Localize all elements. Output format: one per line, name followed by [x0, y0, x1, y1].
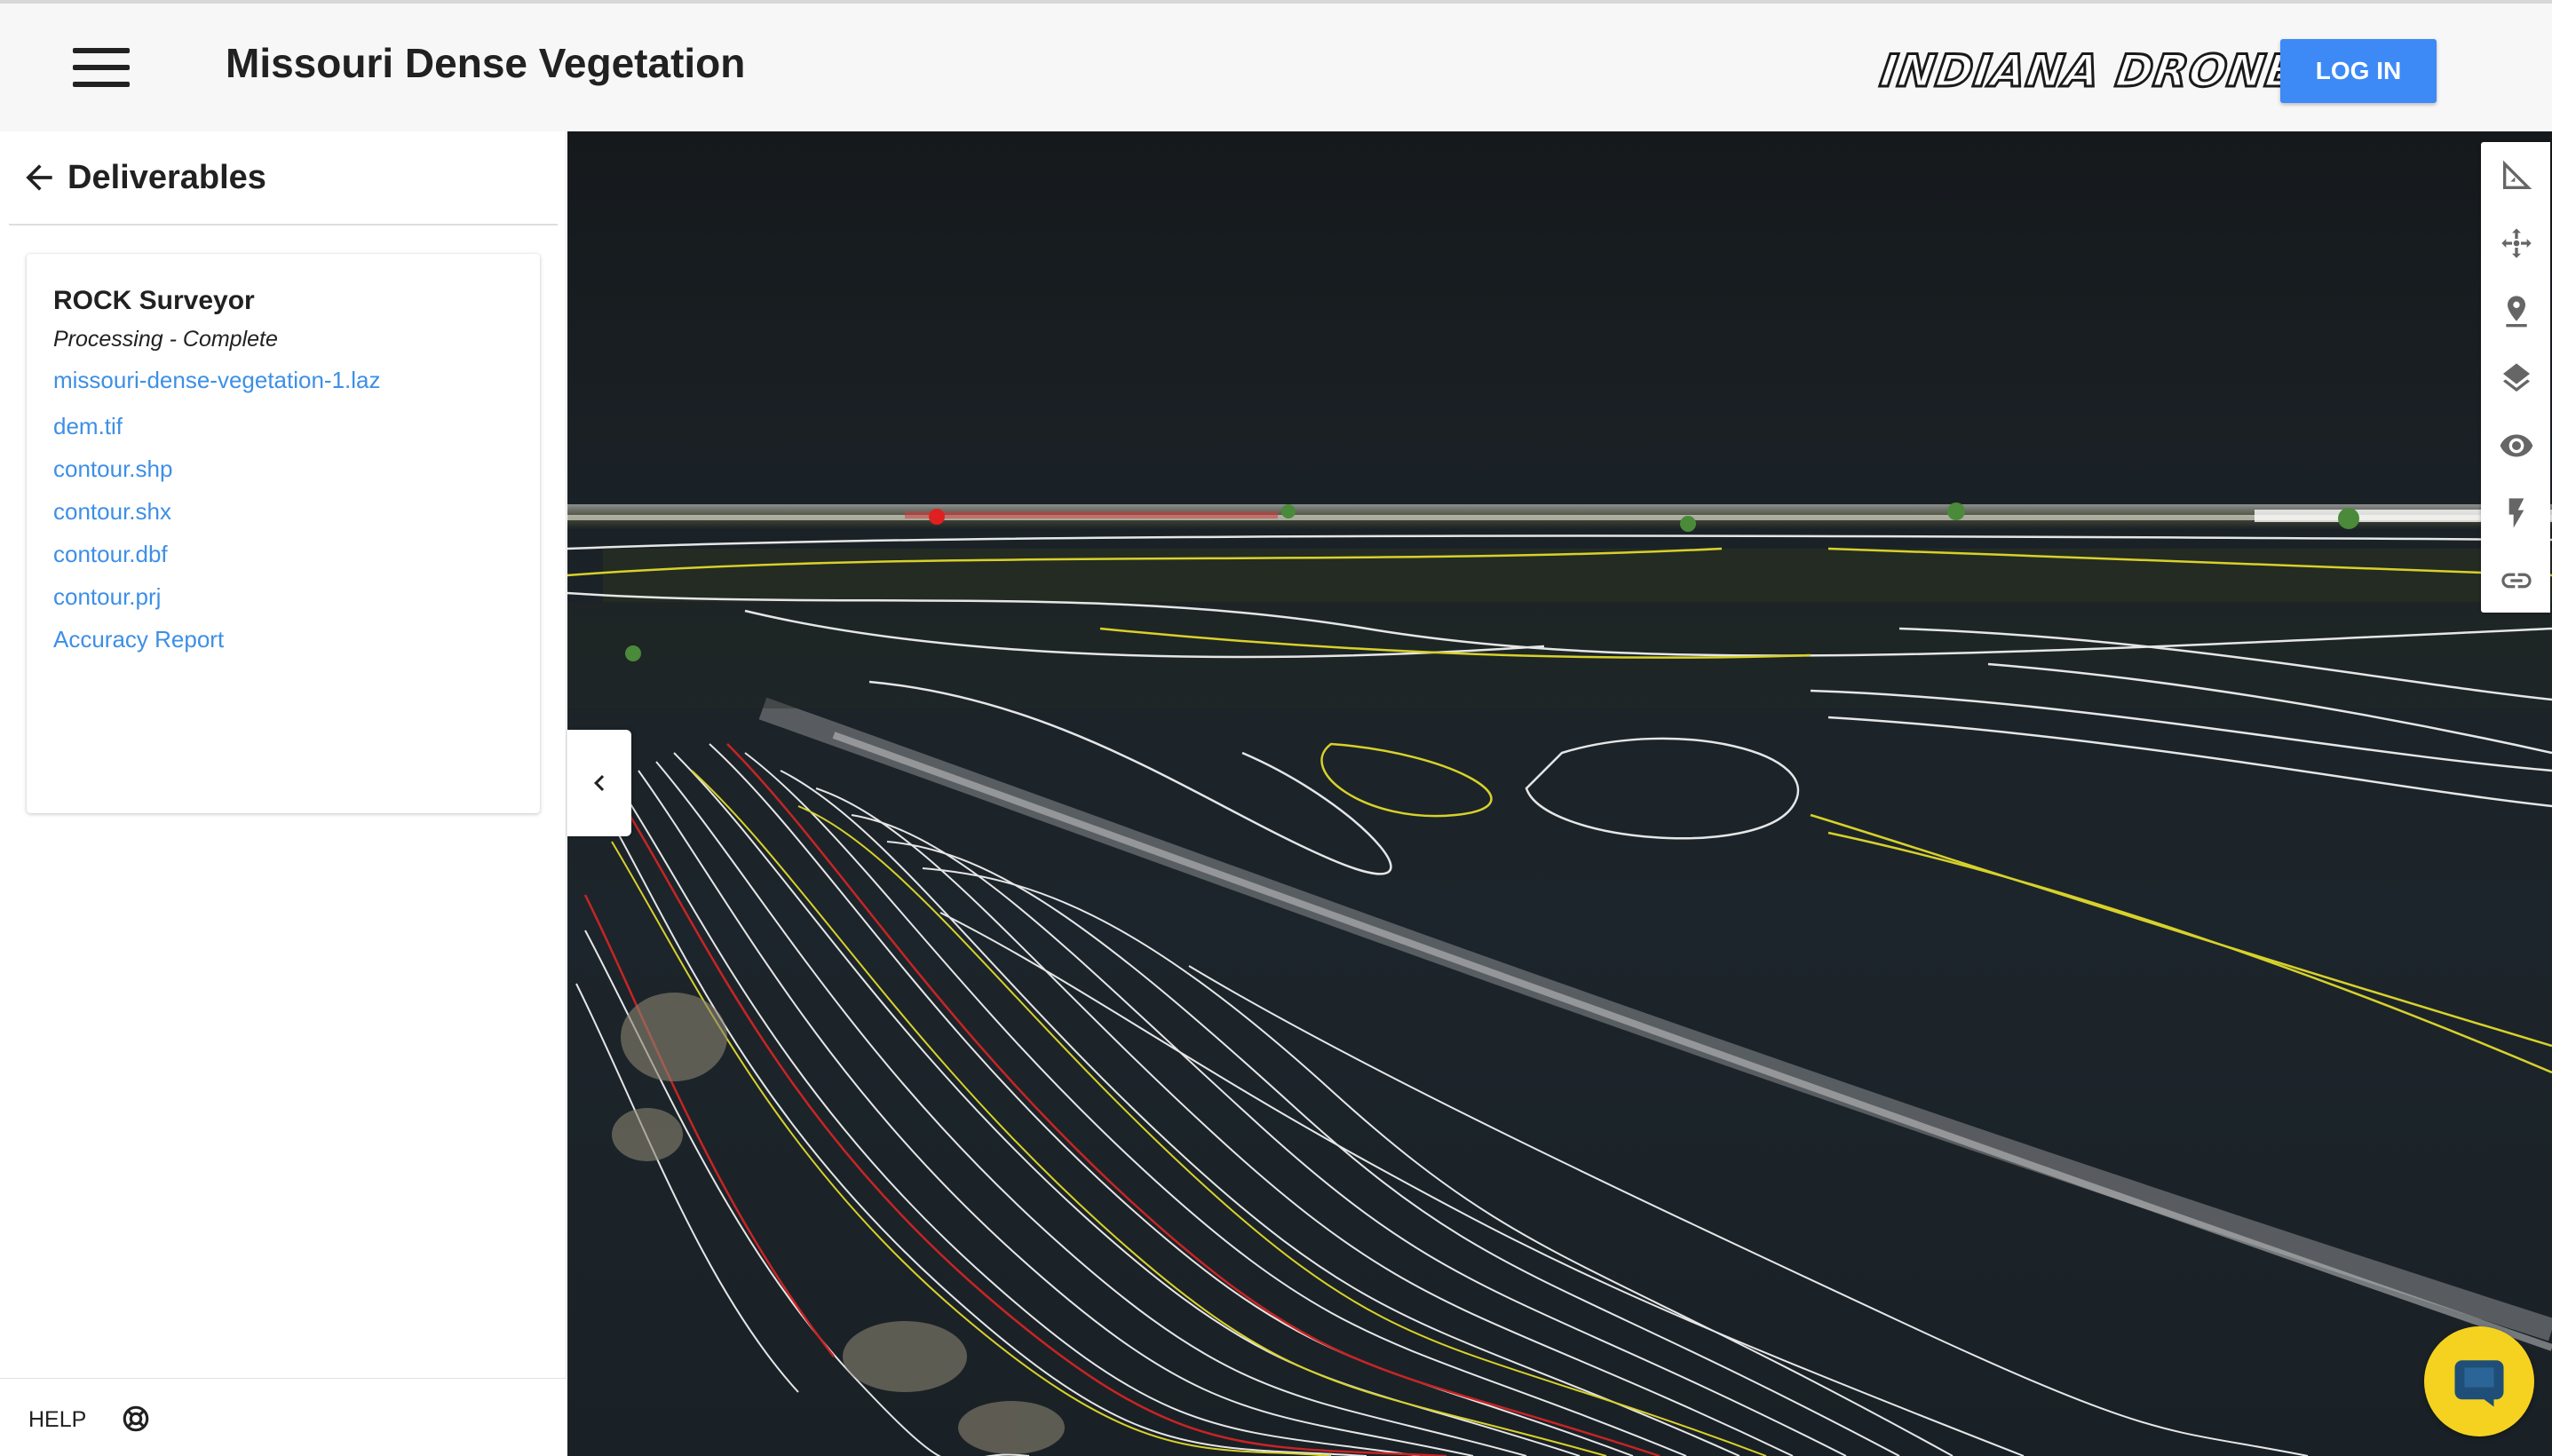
arrow-left-icon: [26, 164, 52, 191]
app-header: Missouri Dense Vegetation INDIANA DRONES…: [0, 4, 2552, 131]
move-tool[interactable]: [2481, 210, 2550, 277]
link-accuracy-report[interactable]: Accuracy Report: [53, 618, 381, 661]
hamburger-menu-icon[interactable]: [67, 43, 137, 92]
flash-icon: [2508, 498, 2524, 528]
card-title: ROCK Surveyor: [53, 286, 255, 315]
collapse-sidebar-button[interactable]: [567, 730, 631, 836]
measure-icon: [2503, 160, 2532, 189]
eye-icon: [2500, 434, 2533, 457]
page-title: Missouri Dense Vegetation: [226, 40, 746, 86]
login-button[interactable]: LOG IN: [2280, 39, 2437, 103]
flash-tool[interactable]: [2481, 479, 2550, 547]
layers-tool[interactable]: [2481, 344, 2550, 412]
link-contour-shp[interactable]: contour.shp: [53, 447, 381, 490]
back-to-deliverables[interactable]: Deliverables: [20, 153, 266, 202]
sidebar-footer: HELP: [0, 1378, 567, 1456]
lifebuoy-icon[interactable]: [121, 1404, 151, 1434]
brand-logo: INDIANA DRONES: [1875, 44, 2334, 99]
deliverable-links: missouri-dense-vegetation-1.laz dem.tif …: [53, 359, 381, 661]
chat-button[interactable]: [2424, 1326, 2534, 1436]
deliverable-card: ROCK Surveyor Processing - Complete miss…: [27, 254, 540, 813]
move-icon: [2501, 228, 2532, 258]
processing-status: Processing - Complete: [53, 327, 278, 352]
link-contour-shx[interactable]: contour.shx: [53, 490, 381, 533]
link-contour-dbf[interactable]: contour.dbf: [53, 533, 381, 575]
location-tool[interactable]: [2481, 277, 2550, 344]
point-cloud-scene: [567, 502, 2552, 1456]
link-icon: [2501, 573, 2532, 589]
visibility-tool[interactable]: [2481, 412, 2550, 479]
point-cloud-viewer[interactable]: [567, 131, 2552, 1456]
divider: [9, 224, 558, 226]
measure-tool[interactable]: [2481, 142, 2550, 210]
sidebar-heading: Deliverables: [67, 158, 266, 196]
layers-icon: [2503, 363, 2530, 392]
chevron-left-icon: [594, 775, 605, 791]
viewer-toolbar: [2481, 142, 2550, 613]
link-laz-file[interactable]: missouri-dense-vegetation-1.laz: [53, 359, 381, 405]
location-pin-icon: [2506, 296, 2527, 328]
link-dem-tif[interactable]: dem.tif: [53, 405, 381, 447]
link-contour-prj[interactable]: contour.prj: [53, 575, 381, 618]
chat-bubble-icon: [2454, 1360, 2504, 1407]
link-tool[interactable]: [2481, 547, 2550, 614]
vegetation-points: [567, 549, 2552, 708]
help-link[interactable]: HELP: [28, 1407, 86, 1433]
deliverables-sidebar: Deliverables ROCK Surveyor Processing - …: [0, 131, 567, 1456]
